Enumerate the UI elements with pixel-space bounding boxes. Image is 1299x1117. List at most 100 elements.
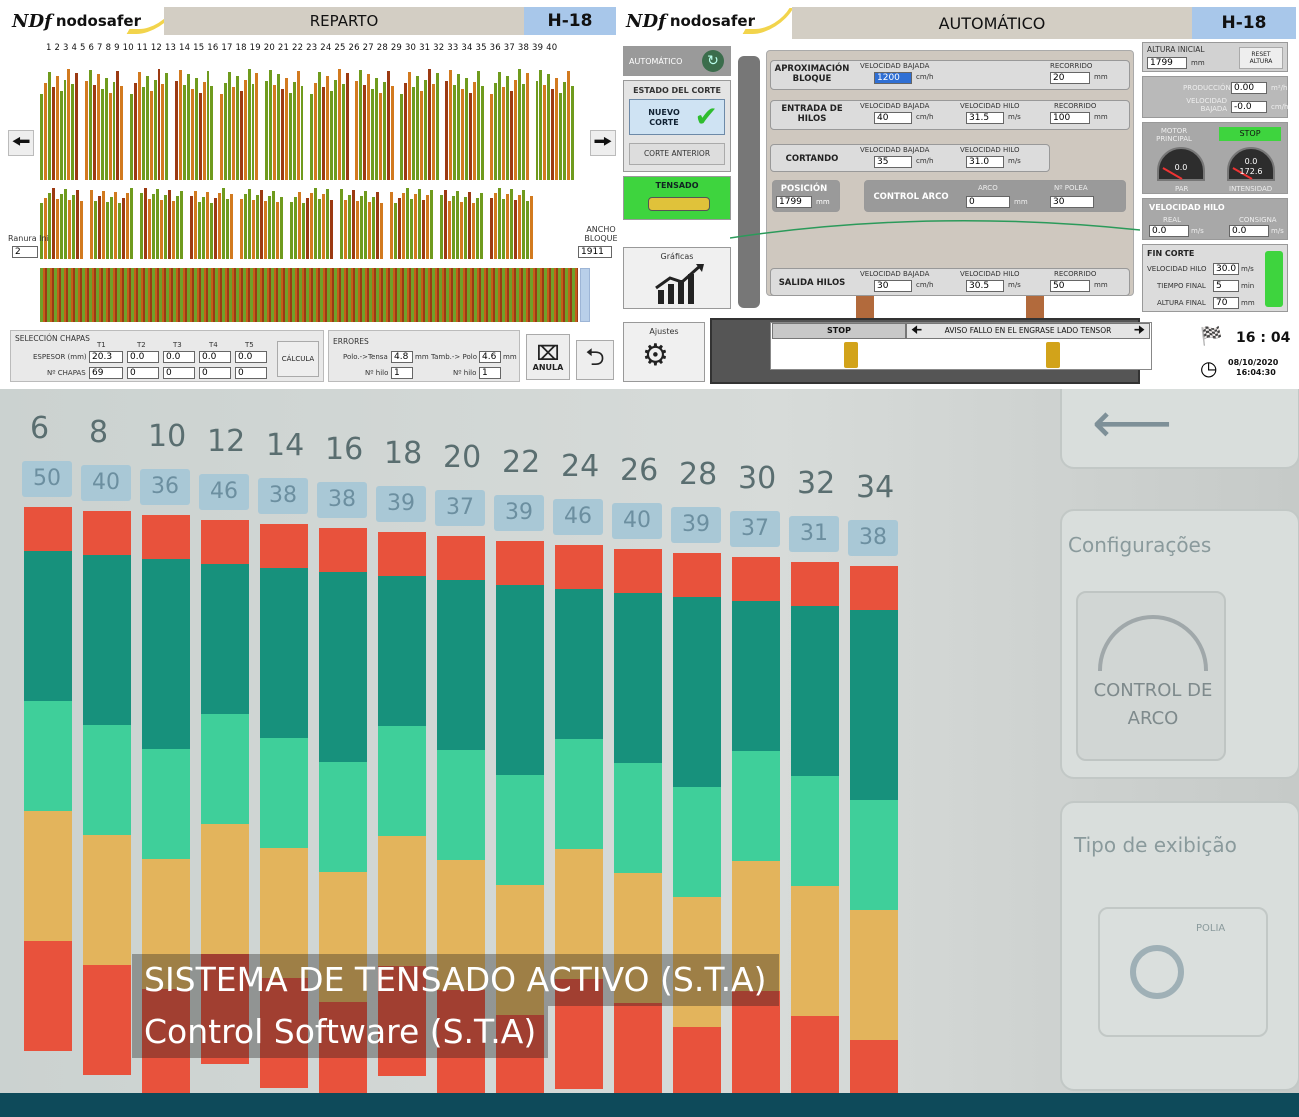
slot-bar bbox=[419, 91, 423, 180]
pulley-icon bbox=[1130, 945, 1184, 999]
stop-button[interactable]: STOP bbox=[772, 323, 906, 339]
slot-bar bbox=[382, 82, 386, 180]
altura-inicial-panel: ALTURA INICIAL 1799 mm RESET ALTURA bbox=[1142, 42, 1288, 72]
posicion-label: POSICIÓN bbox=[780, 184, 828, 194]
slot-bar bbox=[360, 196, 363, 259]
chapas-t2[interactable]: 0 bbox=[127, 367, 159, 379]
back-arrow-card: ⟵ bbox=[1060, 389, 1299, 469]
errores-title: ERRORES bbox=[333, 337, 369, 346]
corte-anterior-button[interactable]: CORTE ANTERIOR bbox=[629, 143, 725, 165]
salida-vel-input[interactable]: 30 bbox=[874, 280, 912, 292]
espesor-t1[interactable]: 20.3 bbox=[89, 351, 123, 363]
fin-vel-value[interactable]: 30.0 bbox=[1213, 263, 1239, 275]
slot-bar bbox=[104, 78, 108, 180]
cortando-vel-input[interactable]: 35 bbox=[874, 156, 912, 168]
meter-segment bbox=[319, 572, 367, 762]
reset-altura-button[interactable]: RESET ALTURA bbox=[1239, 47, 1283, 69]
meter-segment bbox=[555, 588, 603, 739]
slot-bar bbox=[329, 91, 333, 180]
chapas-t5[interactable]: 0 bbox=[235, 367, 267, 379]
automatico-mode-button[interactable]: AUTOMÁTICO ↻ bbox=[623, 46, 731, 76]
column-value: 39 bbox=[376, 486, 426, 523]
meter-segment bbox=[24, 551, 72, 701]
espesor-t2[interactable]: 0.0 bbox=[127, 351, 159, 363]
slot-bar bbox=[468, 93, 472, 180]
anula-button[interactable]: ⌧ ANULA bbox=[526, 334, 570, 380]
calcula-button[interactable]: CÁLCULA bbox=[277, 341, 319, 377]
slot-bar bbox=[206, 192, 209, 259]
graficas-button[interactable]: Gráficas bbox=[623, 247, 731, 309]
col-t1: T1 bbox=[97, 341, 106, 349]
slot-bar bbox=[322, 194, 325, 259]
slot-bar bbox=[404, 83, 408, 180]
slot-bar bbox=[194, 78, 198, 180]
tensor-machine-icon bbox=[648, 197, 710, 211]
chapas-t1[interactable]: 69 bbox=[89, 367, 123, 379]
seleccion-chapas-group: SELECCIÓN CHAPAS T1 T2 T3 T4 T5 ESPESOR … bbox=[10, 330, 324, 382]
entrada-vel-input[interactable]: 40 bbox=[874, 112, 912, 124]
salida-hilo-input[interactable]: 30.5 bbox=[966, 280, 1004, 292]
slot-bar bbox=[461, 89, 465, 180]
slot-bar bbox=[521, 84, 525, 180]
slot-bar bbox=[296, 71, 300, 180]
reparto-title: REPARTO bbox=[164, 7, 524, 35]
fin-tiempo-value[interactable]: 5 bbox=[1213, 280, 1239, 292]
slot-bar bbox=[255, 73, 259, 180]
ajustes-button[interactable]: Ajustes ⚙︎ bbox=[623, 322, 705, 382]
chapas-t4[interactable]: 0 bbox=[199, 367, 231, 379]
fin-altura-value[interactable]: 70 bbox=[1213, 297, 1239, 309]
entrada-hilo-input[interactable]: 31.5 bbox=[966, 112, 1004, 124]
espesor-t3[interactable]: 0.0 bbox=[163, 351, 195, 363]
back-button[interactable]: ⮌ bbox=[576, 340, 614, 380]
slot-bar bbox=[80, 201, 83, 259]
ajustes-label: Ajustes bbox=[649, 327, 679, 336]
polia-label: POLIA bbox=[1196, 923, 1226, 934]
ranura-input[interactable]: 2 bbox=[12, 246, 38, 258]
slot-bar bbox=[214, 198, 217, 259]
slot-bar bbox=[356, 201, 359, 259]
entrada-rec-input[interactable]: 100 bbox=[1050, 112, 1090, 124]
column-number: 16 bbox=[325, 432, 364, 467]
tamb-polo-input[interactable]: 4.6 bbox=[479, 351, 501, 363]
chapas-t3[interactable]: 0 bbox=[163, 367, 195, 379]
slot-bar bbox=[318, 72, 322, 180]
slot-bar bbox=[230, 194, 233, 259]
slot-bar bbox=[294, 197, 297, 259]
cortando-hilo-input[interactable]: 31.0 bbox=[966, 156, 1004, 168]
column-value: 50 bbox=[22, 461, 72, 497]
slot-bar bbox=[48, 193, 51, 259]
fin-vel-label: VELOCIDAD HILO bbox=[1147, 265, 1207, 273]
scroll-left-arrow-icon[interactable]: 🠘 bbox=[8, 130, 34, 156]
espesor-t5[interactable]: 0.0 bbox=[235, 351, 267, 363]
scroll-right-arrow-icon[interactable]: 🠚 bbox=[590, 130, 616, 156]
slot-bar bbox=[120, 86, 124, 180]
hilo-input-1[interactable]: 1 bbox=[391, 367, 413, 379]
slot-scrollbar[interactable] bbox=[580, 268, 590, 322]
column-number: 30 bbox=[738, 461, 777, 497]
chapas-label: Nº CHAPAS bbox=[47, 369, 86, 377]
vel-bajada-unit: cm/h bbox=[1271, 103, 1289, 111]
slot-bar bbox=[344, 200, 347, 259]
time-value: 16:04:30 bbox=[1236, 368, 1276, 377]
intensidad-label: INTENSIDAD bbox=[1229, 185, 1273, 193]
salida-label: SALIDA HILOS bbox=[778, 278, 846, 288]
slot-bar bbox=[490, 198, 493, 259]
fin-altura-unit: mm bbox=[1241, 299, 1255, 307]
slot-bar bbox=[153, 80, 157, 180]
nuevo-corte-button[interactable]: NUEVO CORTE ✔ bbox=[629, 99, 725, 135]
hilo-input-2[interactable]: 1 bbox=[479, 367, 501, 379]
slot-bar bbox=[114, 192, 117, 259]
slot-bar bbox=[59, 91, 63, 180]
aprox-rec-input[interactable]: 20 bbox=[1050, 72, 1090, 84]
polo-tensa-input[interactable]: 4.8 bbox=[391, 351, 413, 363]
entrada-rec-label: RECORRIDO bbox=[1054, 102, 1097, 110]
slot-bar bbox=[231, 87, 235, 180]
tensado-button[interactable]: TENSADO bbox=[623, 176, 731, 220]
slot-bar bbox=[175, 81, 179, 180]
aprox-vel-input[interactable]: 1200 bbox=[874, 72, 912, 84]
espesor-t4[interactable]: 0.0 bbox=[199, 351, 231, 363]
estado-title: ESTADO DEL CORTE bbox=[633, 86, 721, 95]
slot-bar bbox=[40, 203, 43, 259]
slot-bar bbox=[288, 93, 292, 180]
salida-rec-input[interactable]: 50 bbox=[1050, 280, 1090, 292]
